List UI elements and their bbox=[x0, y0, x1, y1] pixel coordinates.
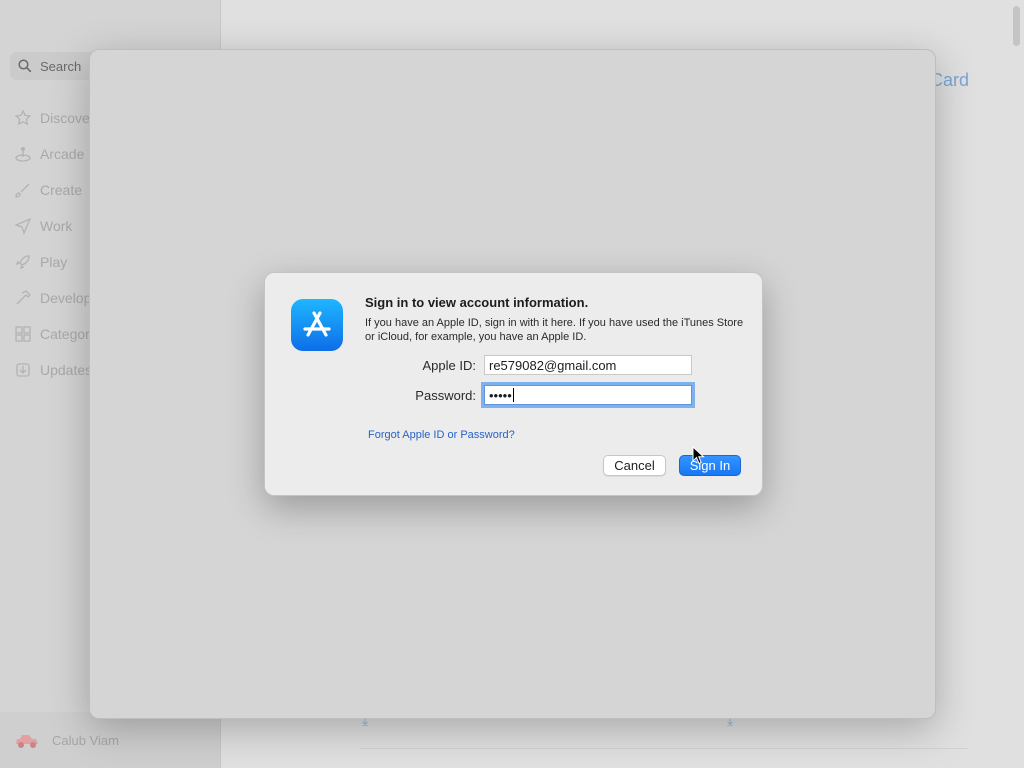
text-caret bbox=[512, 388, 514, 402]
grid-icon bbox=[15, 326, 31, 342]
user-name: Calub Viam bbox=[52, 732, 119, 748]
sidebar-item-label: Play bbox=[40, 254, 68, 270]
hammer-icon bbox=[16, 290, 31, 305]
rocket-icon bbox=[15, 255, 30, 270]
password-value: ••••• bbox=[489, 388, 512, 403]
mouse-cursor-icon bbox=[692, 446, 705, 465]
sign-in-button[interactable]: Sign In bbox=[679, 455, 741, 476]
avatar bbox=[16, 735, 38, 748]
app-store-icon bbox=[291, 299, 343, 351]
apple-id-field[interactable]: re579082@gmail.com bbox=[484, 355, 692, 375]
apple-id-label: Apple ID: bbox=[422, 358, 476, 373]
search-icon bbox=[18, 59, 32, 73]
divider bbox=[360, 748, 968, 749]
star-icon bbox=[14, 109, 32, 126]
cancel-button[interactable]: Cancel bbox=[603, 455, 666, 476]
dialog-description: If you have an Apple ID, sign in with it… bbox=[365, 317, 744, 343]
sidebar-item-label: Work bbox=[40, 218, 73, 234]
sidebar-item-label: Updates bbox=[40, 362, 93, 378]
password-field[interactable]: ••••• bbox=[481, 382, 695, 408]
password-label: Password: bbox=[415, 388, 476, 403]
forgot-password-link[interactable]: Forgot Apple ID or Password? bbox=[368, 429, 515, 441]
joystick-icon bbox=[15, 147, 31, 162]
apple-id-value: re579082@gmail.com bbox=[489, 358, 617, 373]
paper-plane-icon bbox=[14, 217, 32, 235]
user-account[interactable]: Calub Viam bbox=[0, 712, 220, 768]
download-icon bbox=[16, 363, 30, 377]
sidebar-item-label: Discover bbox=[40, 110, 95, 126]
dialog-title: Sign in to view account information. bbox=[365, 295, 589, 310]
search-placeholder: Search bbox=[40, 58, 82, 74]
sidebar-item-label: Arcade bbox=[40, 146, 85, 162]
scrollbar[interactable] bbox=[1013, 6, 1020, 46]
sidebar-item-label: Create bbox=[40, 182, 83, 198]
brush-icon bbox=[15, 183, 30, 198]
sidebar-item-label: Develop bbox=[40, 290, 92, 306]
sign-in-dialog: Sign in to view account information. If … bbox=[264, 272, 763, 496]
